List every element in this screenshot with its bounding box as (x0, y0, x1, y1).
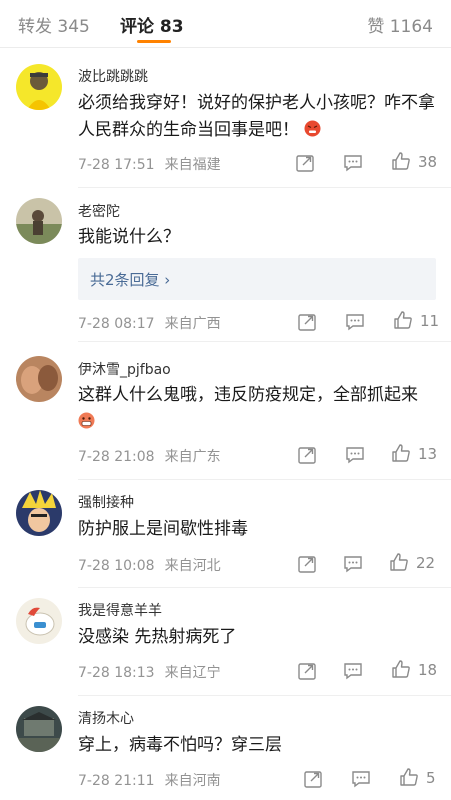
view-replies-button[interactable]: 共2条回复 › (78, 258, 436, 300)
comment-text: 我能说什么？ (78, 224, 438, 251)
like-count: 22 (416, 554, 436, 572)
comment-username[interactable]: 老密陀 (78, 201, 120, 221)
comment-icon[interactable] (350, 768, 372, 790)
comment-icon[interactable] (342, 660, 364, 682)
comment-text-content: 穿上，病毒不怕吗？穿三层 (78, 735, 282, 755)
comment-text: 防护服上是间歇性排毒 (78, 516, 438, 543)
comment-text: 没感染 先热射病死了 (78, 624, 438, 651)
like-count: 11 (420, 312, 440, 330)
comment-time: 7-28 21:08 (78, 449, 155, 465)
comment-time: 7-28 17:51 (78, 157, 155, 173)
tab-comments-count: 83 (159, 17, 184, 37)
comment-time: 7-28 18:13 (78, 665, 155, 681)
thumbs-up-icon[interactable] (398, 766, 420, 788)
tab-likes[interactable]: 赞 1164 (367, 12, 433, 37)
tab-comments[interactable]: 评论 83 (120, 12, 184, 37)
comment-icon[interactable] (342, 152, 364, 174)
grimace-face-icon (78, 412, 95, 429)
avatar[interactable] (16, 706, 62, 752)
comment-item: 我是得意羊羊 没感染 先热射病死了 7-28 18:13 来自辽宁 18 (0, 588, 451, 696)
comment-text-content: 我能说什么？ (78, 227, 180, 247)
comment-text: 穿上，病毒不怕吗？穿三层 (78, 732, 438, 759)
comment-username[interactable]: 伊沐雪_pjfbao (78, 359, 171, 379)
comment-text-content: 防护服上是间歇性排毒 (78, 519, 248, 539)
thumbs-up-icon[interactable] (390, 150, 412, 172)
share-icon[interactable] (296, 553, 318, 575)
avatar-image (16, 356, 62, 402)
avatar-image (16, 490, 62, 536)
avatar[interactable] (16, 490, 62, 536)
tab-likes-count: 1164 (389, 17, 433, 37)
avatar-image (16, 198, 62, 244)
like-count: 5 (426, 769, 436, 787)
avatar-image (16, 64, 62, 110)
share-icon[interactable] (296, 444, 318, 466)
comment-item: 波比跳跳跳 必须给我穿好！说好的保护老人小孩呢？咋不拿人民群众的生命当回事是吧！… (0, 48, 451, 188)
tab-repost-count: 345 (57, 17, 90, 37)
avatar-image (16, 706, 62, 752)
comment-location: 来自河南 (164, 773, 221, 789)
thumbs-up-icon[interactable] (388, 551, 410, 573)
comment-meta: 7-28 10:08 来自河北 (78, 555, 221, 575)
share-icon[interactable] (294, 152, 316, 174)
comment-icon[interactable] (344, 444, 366, 466)
replies-label: 共2条回复 › (90, 271, 171, 289)
comment-item: 老密陀 我能说什么？ 共2条回复 › 7-28 08:17 来自广西 11 (0, 188, 451, 342)
tab-comments-label: 评论 (120, 17, 154, 37)
comment-location: 来自福建 (164, 157, 221, 173)
comment-item: 强制接种 防护服上是间歇性排毒 7-28 10:08 来自河北 22 (0, 480, 451, 588)
thumbs-up-icon[interactable] (392, 309, 414, 331)
avatar[interactable] (16, 598, 62, 644)
comment-location: 来自广西 (164, 316, 221, 332)
comment-item: 伊沐雪_pjfbao 这群人什么鬼哦，违反防疫规定，全部抓起来 7-28 21:… (0, 342, 451, 480)
active-tab-indicator (137, 40, 171, 43)
comment-text: 这群人什么鬼哦，违反防疫规定，全部抓起来 (78, 382, 438, 436)
share-icon[interactable] (296, 660, 318, 682)
comment-text-content: 这群人什么鬼哦，违反防疫规定，全部抓起来 (78, 385, 418, 405)
like-count: 18 (418, 661, 438, 679)
comment-time: 7-28 10:08 (78, 558, 155, 574)
avatar-image (16, 598, 62, 644)
angry-face-icon (304, 120, 321, 137)
share-icon[interactable] (302, 768, 324, 790)
comment-meta: 7-28 17:51 来自福建 (78, 154, 221, 174)
share-icon[interactable] (296, 311, 318, 333)
comment-icon[interactable] (344, 311, 366, 333)
comment-tabs: 转发 345 评论 83 赞 1164 (0, 0, 451, 48)
comment-icon[interactable] (342, 553, 364, 575)
comment-location: 来自辽宁 (164, 665, 221, 681)
comment-meta: 7-28 08:17 来自广西 (78, 313, 221, 333)
like-count: 38 (418, 153, 438, 171)
thumbs-up-icon[interactable] (390, 442, 412, 464)
comment-username[interactable]: 强制接种 (78, 492, 134, 512)
avatar[interactable] (16, 64, 62, 110)
thumbs-up-icon[interactable] (390, 658, 412, 680)
avatar[interactable] (16, 198, 62, 244)
like-count: 13 (418, 445, 438, 463)
comment-meta: 7-28 21:11 来自河南 (78, 770, 221, 790)
avatar[interactable] (16, 356, 62, 402)
comment-location: 来自广东 (164, 449, 221, 465)
comment-item: 清扬木心 穿上，病毒不怕吗？穿三层 7-28 21:11 来自河南 5 (0, 696, 451, 800)
comment-location: 来自河北 (164, 558, 221, 574)
comment-username[interactable]: 波比跳跳跳 (78, 66, 148, 86)
comment-meta: 7-28 18:13 来自辽宁 (78, 662, 221, 682)
comment-text: 必须给我穿好！说好的保护老人小孩呢？咋不拿人民群众的生命当回事是吧！ (78, 90, 438, 144)
comment-text-content: 没感染 先热射病死了 (78, 627, 237, 647)
tab-likes-label: 赞 (367, 17, 385, 37)
comment-time: 7-28 21:11 (78, 773, 155, 789)
tab-repost-label: 转发 (18, 17, 52, 37)
comment-time: 7-28 08:17 (78, 316, 155, 332)
comment-text-content: 必须给我穿好！说好的保护老人小孩呢？咋不拿人民群众的生命当回事是吧！ (78, 93, 435, 140)
comment-username[interactable]: 清扬木心 (78, 708, 134, 728)
tab-repost[interactable]: 转发 345 (18, 12, 90, 37)
comment-meta: 7-28 21:08 来自广东 (78, 446, 221, 466)
comment-username[interactable]: 我是得意羊羊 (78, 600, 162, 620)
